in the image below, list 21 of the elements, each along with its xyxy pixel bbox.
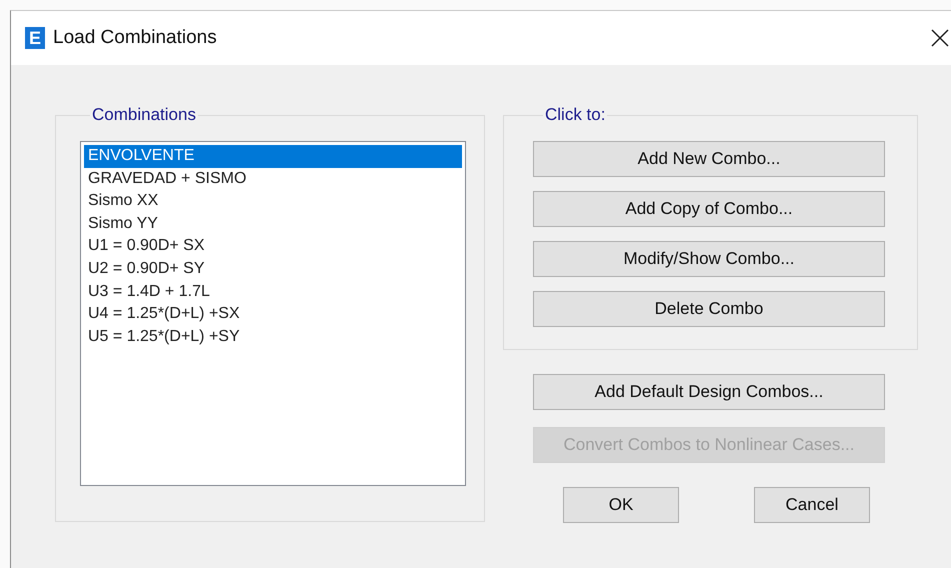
- dialog-button[interactable]: OK: [563, 487, 679, 523]
- group-label: Combinations: [91, 105, 197, 125]
- window-title: Load Combinations: [53, 27, 217, 49]
- action-button[interactable]: Delete Combo: [533, 291, 885, 327]
- list-item[interactable]: Sismo XX: [84, 190, 462, 213]
- action-button[interactable]: Modify/Show Combo...: [533, 241, 885, 277]
- list-item[interactable]: U2 = 0.90D+ SY: [84, 258, 462, 281]
- group-label: Click to:: [544, 105, 606, 125]
- list-item[interactable]: U3 = 1.4D + 1.7L: [84, 280, 462, 304]
- action-button[interactable]: Add Default Design Combos...: [533, 374, 885, 410]
- list-item[interactable]: ENVOLVENTE: [84, 145, 462, 168]
- dialog-button[interactable]: Cancel: [754, 487, 870, 523]
- app-logo: E: [25, 27, 45, 49]
- action-button[interactable]: Add Copy of Combo...: [533, 191, 885, 227]
- close-icon[interactable]: [931, 29, 949, 47]
- list-item[interactable]: U4 = 1.25*(D+L) +SX: [84, 303, 462, 326]
- list-item[interactable]: Sismo YY: [84, 212, 462, 236]
- list-item[interactable]: U5 = 1.25*(D+L) +SY: [84, 326, 462, 348]
- list-item[interactable]: GRAVEDAD + SISMO: [84, 168, 462, 190]
- list-item[interactable]: U1 = 0.90D+ SX: [84, 235, 462, 258]
- action-button[interactable]: Add New Combo...: [533, 141, 885, 177]
